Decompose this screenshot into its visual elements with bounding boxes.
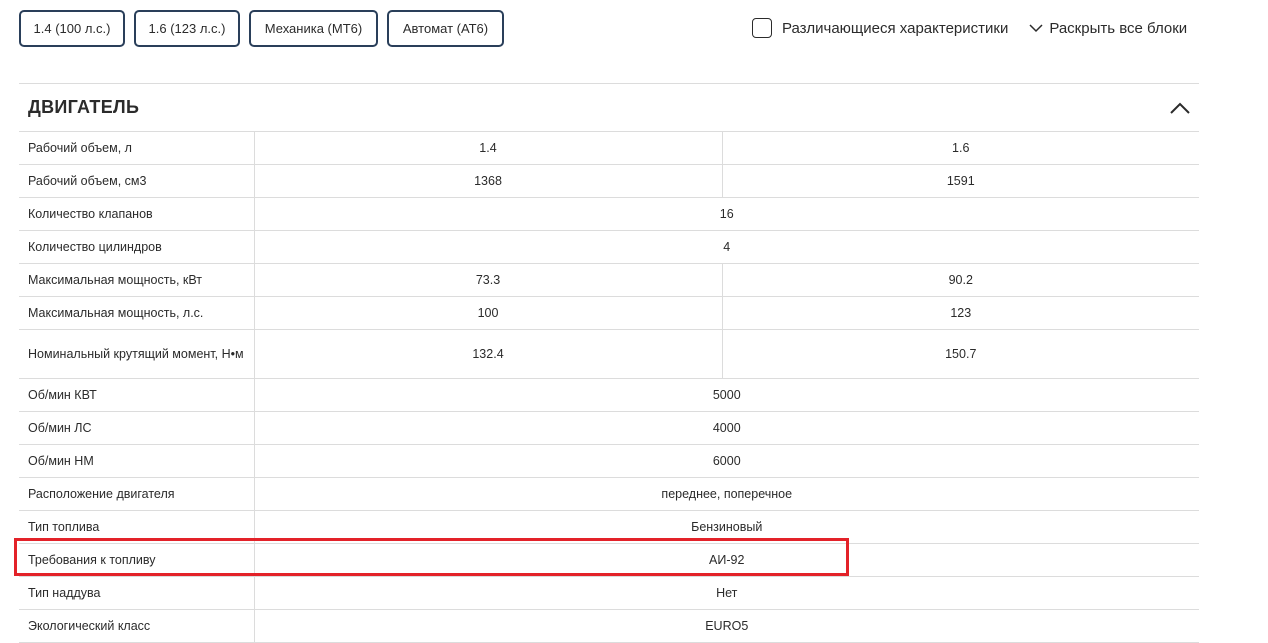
- spec-label: Рабочий объем, см3: [19, 164, 255, 198]
- spec-label: Количество цилиндров: [19, 230, 255, 264]
- spec-value: 150.7: [722, 329, 1199, 379]
- spec-row: Количество цилиндров 4: [19, 230, 1199, 264]
- spec-value: 123: [722, 296, 1199, 330]
- spec-value: 5000: [254, 378, 1199, 412]
- spec-value: 1591: [722, 164, 1199, 198]
- spec-row: Об/мин КВТ 5000: [19, 378, 1199, 412]
- display-options: Различающиеся характеристики Раскрыть вс…: [752, 17, 1187, 39]
- spec-row: Об/мин ЛС 4000: [19, 411, 1199, 445]
- spec-value: 4: [254, 230, 1199, 264]
- spec-label: Требования к топливу: [19, 543, 255, 577]
- spec-label: Об/мин КВТ: [19, 378, 255, 412]
- spec-value: 1.6: [722, 132, 1199, 165]
- filter-chip-1-6[interactable]: 1.6 (123 л.с.): [134, 10, 240, 47]
- engine-section: ДВИГАТЕЛЬ Рабочий объем, л 1.4 1.6 Рабочий …: [19, 83, 1199, 643]
- spec-label: Количество клапанов: [19, 197, 255, 231]
- spec-label: Максимальная мощность, кВт: [19, 263, 255, 297]
- spec-row: Максимальная мощность, л.с. 100 123: [19, 296, 1199, 330]
- spec-value: 132.4: [254, 329, 723, 379]
- spec-row: Рабочий объем, см3 1368 1591: [19, 164, 1199, 198]
- spec-value: 100: [254, 296, 723, 330]
- spec-label: Тип топлива: [19, 510, 255, 544]
- spec-value: Нет: [254, 576, 1199, 610]
- spec-value: АИ-92: [254, 543, 1199, 577]
- spec-row: Расположение двигателя переднее, поперечн…: [19, 477, 1199, 511]
- expand-all-label: Раскрыть все блоки: [1049, 19, 1188, 37]
- chevron-down-icon: [1029, 23, 1043, 32]
- spec-label: Максимальная мощность, л.с.: [19, 296, 255, 330]
- spec-row: Количество клапанов 16: [19, 197, 1199, 231]
- spec-row: Номинальный крутящий момент, Н•м 132.4 150…: [19, 329, 1199, 379]
- spec-label: Тип наддува: [19, 576, 255, 610]
- section-title: ДВИГАТЕЛЬ: [28, 97, 140, 117]
- spec-value: 90.2: [722, 263, 1199, 297]
- spec-label: Об/мин НМ: [19, 444, 255, 478]
- expand-all-button[interactable]: Раскрыть все блоки: [1029, 20, 1187, 37]
- filter-chip-automatic[interactable]: Автомат (АТ6): [387, 10, 504, 47]
- diff-only-label[interactable]: Различающиеся характеристики: [782, 20, 1008, 37]
- filter-chip-manual[interactable]: Механика (МТ6): [249, 10, 378, 47]
- chevron-up-icon[interactable]: [1169, 101, 1191, 115]
- spec-value: 1.4: [254, 132, 723, 165]
- spec-row: Требования к топливу АИ-92: [19, 543, 1199, 577]
- spec-value: 6000: [254, 444, 1199, 478]
- engine-section-header[interactable]: ДВИГАТЕЛЬ: [19, 84, 1199, 132]
- spec-row: Рабочий объем, л 1.4 1.6: [19, 132, 1199, 165]
- spec-label: Рабочий объем, л: [19, 132, 255, 165]
- spec-row: Тип наддува Нет: [19, 576, 1199, 610]
- spec-value: 16: [254, 197, 1199, 231]
- spec-label: Об/мин ЛС: [19, 411, 255, 445]
- filter-chip-1-4[interactable]: 1.4 (100 л.с.): [19, 10, 125, 47]
- spec-label: Расположение двигателя: [19, 477, 255, 511]
- spec-table: Рабочий объем, л 1.4 1.6 Рабочий объем, см3…: [19, 132, 1199, 643]
- spec-value: 1368: [254, 164, 723, 198]
- spec-row: Максимальная мощность, кВт 73.3 90.2: [19, 263, 1199, 297]
- spec-value: Бензиновый: [254, 510, 1199, 544]
- spec-row: Тип топлива Бензиновый: [19, 510, 1199, 544]
- spec-label: Номинальный крутящий момент, Н•м: [19, 329, 255, 379]
- diff-only-checkbox[interactable]: [752, 18, 772, 38]
- spec-row: Об/мин НМ 6000: [19, 444, 1199, 478]
- filter-chips: 1.4 (100 л.с.) 1.6 (123 л.с.) Механика (…: [19, 10, 504, 47]
- spec-value: переднее, поперечное: [254, 477, 1199, 511]
- spec-value: 4000: [254, 411, 1199, 445]
- spec-value: 73.3: [254, 263, 723, 297]
